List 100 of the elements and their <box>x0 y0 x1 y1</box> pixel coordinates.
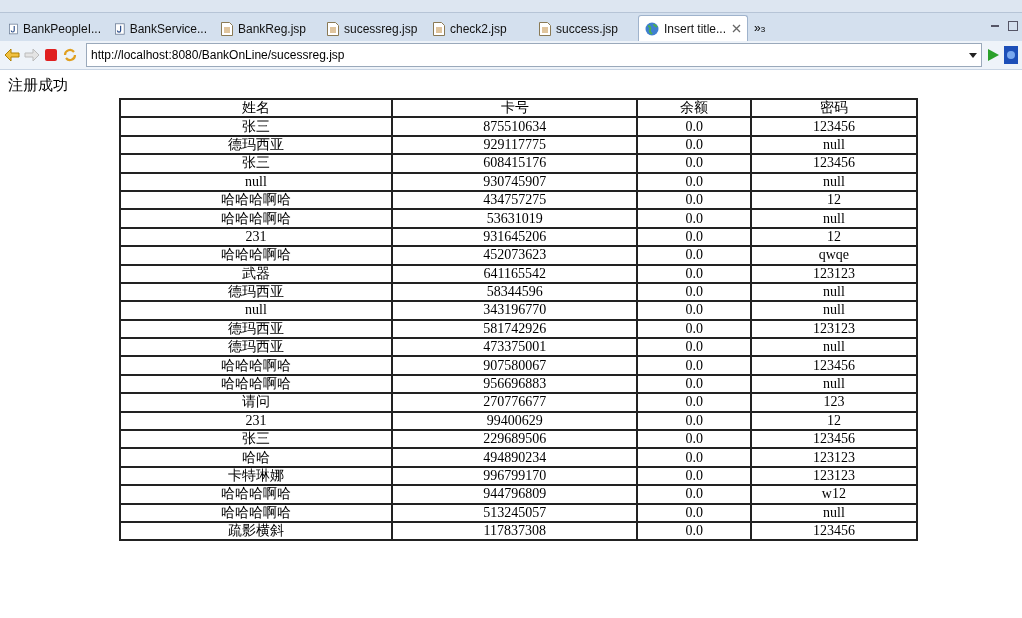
table-cell: null <box>750 282 917 302</box>
file-icon <box>221 21 233 36</box>
table-cell: 哈哈哈啊哈 <box>120 209 392 228</box>
table-cell: 907580067 <box>391 356 638 375</box>
table-cell: 卡特琳娜 <box>120 466 392 486</box>
table-cell: 123123 <box>750 264 917 283</box>
tab-label: BankService... <box>129 21 207 36</box>
table-cell: 0.0 <box>637 190 751 210</box>
table-cell: 123123 <box>750 466 917 486</box>
table-cell: 哈哈 <box>120 448 392 467</box>
play-icon[interactable] <box>986 48 1000 62</box>
table-cell: 944796809 <box>391 485 638 504</box>
table-cell: 张三 <box>120 117 392 136</box>
table-cell: 123456 <box>750 430 917 449</box>
editor-tab[interactable]: BankPeopleI... <box>2 15 108 41</box>
table-cell: 581742926 <box>391 319 638 339</box>
table-cell: 0.0 <box>637 503 751 522</box>
table-cell: 58344596 <box>391 282 638 302</box>
table-cell: 123456 <box>750 154 917 173</box>
file-icon <box>433 21 445 36</box>
table-cell: 12 <box>750 190 917 210</box>
table-cell: 452073623 <box>391 246 638 265</box>
tab-label: BankReg.jsp <box>238 21 308 36</box>
column-header: 卡号 <box>391 99 638 118</box>
table-cell: 0.0 <box>637 485 751 504</box>
table-cell: 德玛西亚 <box>120 282 392 302</box>
editor-tab[interactable]: check2.jsp <box>426 15 532 41</box>
table-cell: null <box>750 338 917 357</box>
table-cell: 德玛西亚 <box>120 135 392 155</box>
table-cell: 0.0 <box>637 117 751 136</box>
table-cell: 123456 <box>750 117 917 136</box>
table-cell: 哈哈哈啊哈 <box>120 374 392 394</box>
table-cell: 12 <box>750 227 917 247</box>
table-cell: null <box>120 301 392 320</box>
table-cell: 494890234 <box>391 448 638 467</box>
file-icon <box>539 21 551 36</box>
table-cell: 0.0 <box>637 430 751 449</box>
table-cell: 123456 <box>750 522 917 541</box>
java-file-icon <box>9 21 18 36</box>
editor-tab[interactable]: Insert title... <box>638 15 748 41</box>
maximize-icon[interactable] <box>1008 21 1018 31</box>
close-icon[interactable] <box>732 24 741 33</box>
tab-label: success.jsp <box>556 21 620 36</box>
table-cell: 229689506 <box>391 430 638 449</box>
table-cell: 0.0 <box>637 448 751 467</box>
table-cell: null <box>750 503 917 522</box>
table-cell: 231 <box>120 227 392 247</box>
table-cell: 117837308 <box>391 522 638 541</box>
java-file-icon <box>115 21 125 36</box>
table-cell: 哈哈哈啊哈 <box>120 485 392 504</box>
table-cell: 0.0 <box>637 264 751 283</box>
back-icon[interactable] <box>4 48 20 62</box>
table-cell: 0.0 <box>637 154 751 173</box>
table-cell: 608415176 <box>391 154 638 173</box>
tab-label: sucessreg.jsp <box>344 21 419 36</box>
file-icon <box>327 21 339 36</box>
table-cell: 0.0 <box>637 246 751 265</box>
table-cell: 哈哈哈啊哈 <box>120 246 392 265</box>
table-cell: null <box>750 209 917 228</box>
editor-tab[interactable]: success.jsp <box>532 15 638 41</box>
editor-tab[interactable]: sucessreg.jsp <box>320 15 426 41</box>
table-cell: 343196770 <box>391 301 638 320</box>
table-cell: 231 <box>120 411 392 431</box>
stop-icon[interactable] <box>44 48 58 62</box>
table-cell: 929117775 <box>391 135 638 155</box>
table-cell: 0.0 <box>637 466 751 486</box>
table-cell: 德玛西亚 <box>120 338 392 357</box>
editor-tab[interactable]: BankReg.jsp <box>214 15 320 41</box>
table-cell: 123123 <box>750 448 917 467</box>
editor-tab[interactable]: BankService... <box>108 15 214 41</box>
table-cell: 0.0 <box>637 172 751 191</box>
table-cell: 123123 <box>750 319 917 339</box>
dropdown-icon[interactable] <box>969 52 977 58</box>
column-header: 余额 <box>637 99 751 118</box>
table-cell: 张三 <box>120 430 392 449</box>
table-cell: 哈哈哈啊哈 <box>120 190 392 210</box>
address-field[interactable]: http://localhost:8080/BankOnLine/sucessreg.jsp <box>86 43 982 67</box>
table-cell: 99400629 <box>391 411 638 431</box>
table-cell: 0.0 <box>637 393 751 412</box>
table-cell: 0.0 <box>637 319 751 339</box>
tab-overflow-button[interactable]: »3 <box>748 21 772 41</box>
table-cell: 0.0 <box>637 338 751 357</box>
table-cell: 张三 <box>120 154 392 173</box>
table-cell: 930745907 <box>391 172 638 191</box>
table-cell: 0.0 <box>637 522 751 541</box>
table-cell: 473375001 <box>391 338 638 357</box>
tab-label: Insert title... <box>664 21 727 36</box>
table-cell: 996799170 <box>391 466 638 486</box>
table-cell: 12 <box>750 411 917 431</box>
table-cell: 931645206 <box>391 227 638 247</box>
table-cell: 德玛西亚 <box>120 319 392 339</box>
table-cell: 270776677 <box>391 393 638 412</box>
tab-label: BankPeopleI... <box>22 21 101 36</box>
table-cell: qwqe <box>750 246 917 265</box>
table-cell: 641165542 <box>391 264 638 283</box>
table-cell: 434757275 <box>391 190 638 210</box>
column-header: 密码 <box>750 99 917 118</box>
table-cell: 0.0 <box>637 209 751 228</box>
table-cell: 0.0 <box>637 282 751 302</box>
table-cell: 123456 <box>750 356 917 375</box>
